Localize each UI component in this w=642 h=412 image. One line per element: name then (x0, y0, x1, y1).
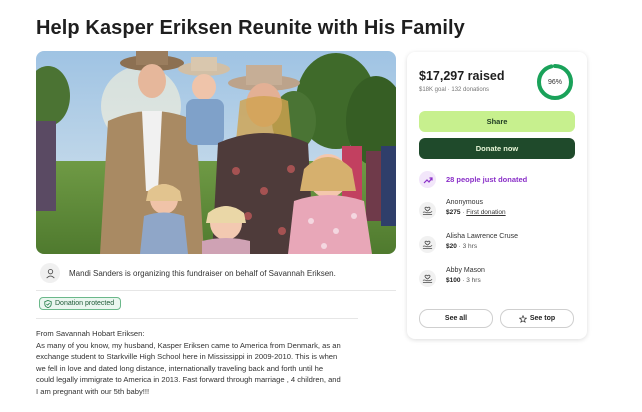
divider (36, 318, 358, 319)
shield-check-icon (44, 299, 52, 308)
progress-percent: 96% (547, 78, 562, 86)
donor-meta[interactable]: First donation (466, 209, 505, 216)
donation-protected-badge[interactable]: Donation protected (39, 297, 122, 310)
story-line: we fell in love and dated long distance,… (36, 363, 324, 373)
story-line: As many of you know, my husband, Kasper … (36, 340, 341, 350)
see-top-label: See top (529, 315, 556, 322)
donor-name: Anonymous (446, 199, 483, 206)
donation-hands-icon (419, 202, 436, 219)
story-line: could legally immigrate to America in 20… (36, 375, 341, 384)
goal-text: $18K goal · 132 donations (419, 87, 490, 93)
story-line: I am pregnant with our 5th baby!!! (36, 386, 150, 396)
badge-label: Donation protected (55, 300, 115, 307)
donate-now-button[interactable]: Donate now (419, 138, 575, 159)
story-line: From Savannah Hobart Eriksen: (36, 329, 145, 338)
donor-item: Anonymous $275 · First donation (419, 199, 506, 219)
trending-up-icon (419, 171, 436, 188)
donor-item: Alisha Lawrence Cruse $20 · 3 hrs (419, 233, 518, 253)
donor-amount: $20 (446, 243, 457, 250)
donation-card: $17,297 raised $18K goal · 132 donations… (407, 52, 587, 339)
family-photo-image (36, 51, 396, 254)
donation-hands-icon (419, 270, 436, 287)
story-text: From Savannah Hobart Eriksen: As many of… (36, 328, 376, 397)
donor-meta: 3 hrs (466, 277, 481, 284)
see-top-button[interactable]: See top (500, 309, 574, 328)
donor-item: Abby Mason $100 · 3 hrs (419, 267, 485, 287)
donor-name: Alisha Lawrence Cruse (446, 233, 518, 240)
divider (36, 290, 396, 291)
person-icon (40, 263, 60, 283)
story-line: exchange student to Starkville High Scho… (36, 352, 338, 361)
share-button[interactable]: Share (419, 111, 575, 132)
recent-donations-row: 28 people just donated (419, 171, 527, 188)
fundraiser-photo[interactable] (36, 51, 396, 254)
star-icon (518, 314, 527, 323)
donor-amount: $100 (446, 277, 461, 284)
donation-hands-icon (419, 236, 436, 253)
donor-amount: $275 (446, 209, 461, 216)
page-title: Help Kasper Eriksen Reunite with His Fam… (36, 17, 465, 39)
organizer-row: Mandi Sanders is organizing this fundrai… (36, 262, 396, 284)
donor-meta: 3 hrs (462, 243, 478, 250)
amount-raised: $17,297 raised (419, 69, 505, 83)
see-all-button[interactable]: See all (419, 309, 493, 328)
donor-name: Abby Mason (446, 267, 485, 274)
trend-text: 28 people just donated (446, 175, 528, 184)
organizer-text: Mandi Sanders is organizing this fundrai… (69, 268, 336, 278)
